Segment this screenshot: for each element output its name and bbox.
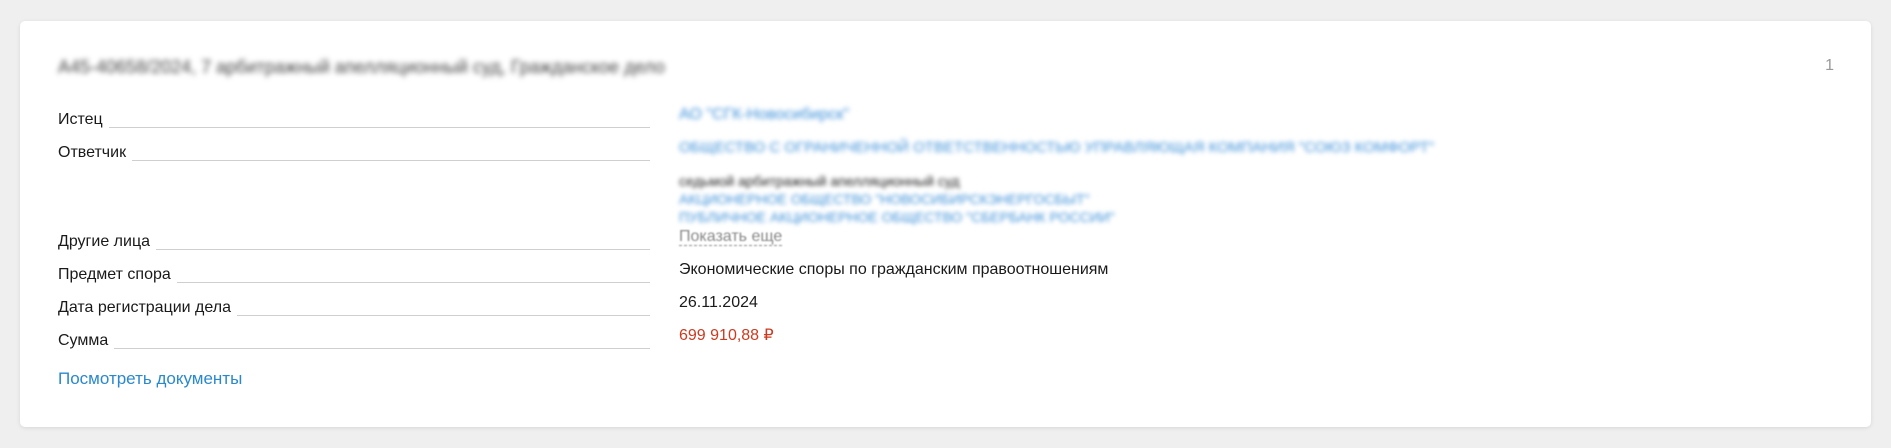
- other-party-court: седьмой арбитражный апелляционный суд: [679, 173, 960, 189]
- defendant-link[interactable]: ОБЩЕСТВО С ОГРАНИЧЕННОЙ ОТВЕТСТВЕННОСТЬЮ…: [679, 138, 1434, 158]
- view-documents-link[interactable]: Посмотреть документы: [58, 369, 242, 389]
- leader-line: [108, 127, 650, 128]
- row-other-parties: Другие лица: [58, 230, 650, 252]
- other-parties-label: Другие лица: [58, 233, 151, 250]
- show-more-button[interactable]: Показать еще: [679, 228, 783, 246]
- amount-value: 699 910,88 ₽: [679, 327, 774, 344]
- subject-value: Экономические споры по гражданским право…: [679, 261, 1109, 278]
- leader-line: [132, 160, 650, 161]
- leader-line: [237, 315, 650, 316]
- subject-label: Предмет спора: [58, 266, 171, 283]
- row-registration-date: Дата регистрации дела: [58, 296, 650, 318]
- plaintiff-label: Истец: [58, 111, 103, 128]
- registration-date-value: 26.11.2024: [679, 294, 758, 311]
- other-party-link-1[interactable]: АКЦИОНЕРНОЕ ОБЩЕСТВО "НОВОСИБИРСКЭНЕРГОС…: [679, 189, 1090, 209]
- other-party-link-2[interactable]: ПУБЛИЧНОЕ АКЦИОНЕРНОЕ ОБЩЕСТВО "СБЕРБАНК…: [679, 207, 1115, 227]
- case-title[interactable]: А45-40658/2024, 7 арбитражный апелляцион…: [58, 57, 665, 78]
- row-defendant: Ответчик: [58, 141, 650, 163]
- leader-line: [114, 348, 650, 349]
- row-subject: Предмет спора: [58, 263, 650, 285]
- plaintiff-link[interactable]: АО "СГК-Новосибирск": [679, 105, 849, 125]
- page-number: 1: [1825, 57, 1834, 74]
- amount-label: Сумма: [58, 332, 109, 349]
- case-card: А45-40658/2024, 7 арбитражный апелляцион…: [20, 21, 1871, 427]
- row-plaintiff: Истец: [58, 108, 650, 130]
- row-amount: Сумма: [58, 329, 650, 351]
- show-more-wrap: Показать еще: [679, 227, 783, 247]
- leader-line: [176, 282, 650, 283]
- leader-line: [156, 249, 650, 250]
- registration-date-label: Дата регистрации дела: [58, 299, 231, 316]
- defendant-label: Ответчик: [58, 144, 127, 161]
